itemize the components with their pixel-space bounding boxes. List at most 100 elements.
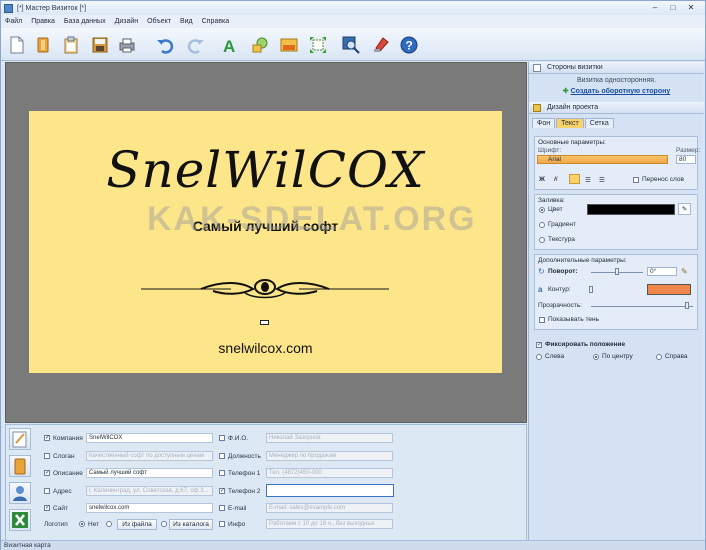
align-center-icon[interactable]: ☰ — [585, 176, 591, 184]
help-icon[interactable]: ? — [398, 34, 420, 56]
info-checkbox[interactable] — [219, 521, 225, 527]
info-input[interactable]: Работаем с 10 до 18 ч., без выходных — [266, 519, 393, 529]
fio-input[interactable]: Николай Зазорнов — [266, 433, 393, 443]
fill-texture-radio[interactable] — [539, 237, 545, 243]
fio-checkbox[interactable] — [219, 435, 225, 441]
database-button[interactable] — [9, 455, 31, 477]
align-center-radio[interactable] — [593, 354, 599, 360]
flourish-ornament[interactable] — [141, 277, 389, 301]
logo-none-label: Нет — [88, 521, 100, 528]
address-checkbox[interactable] — [44, 488, 50, 494]
menu-file[interactable]: Файл — [5, 18, 22, 25]
tab-grid[interactable]: Сетка — [584, 118, 614, 128]
align-left-radio[interactable] — [536, 354, 542, 360]
selection-handle[interactable] — [260, 320, 269, 325]
rotation-slider-knob[interactable] — [615, 268, 619, 275]
description-input[interactable]: Самый лучший софт — [86, 468, 213, 478]
design-header[interactable]: Дизайн проекта — [529, 102, 704, 114]
card-company-name[interactable]: SnelWilCOX — [29, 141, 502, 199]
italic-icon[interactable]: К — [554, 176, 558, 183]
menu-edit[interactable]: Правка — [31, 18, 55, 25]
phone2-label: Телефон 2 — [228, 488, 261, 495]
text-icon[interactable]: A — [219, 34, 241, 56]
card-website[interactable]: snelwilcox.com — [29, 340, 502, 356]
menu-object[interactable]: Объект — [147, 18, 171, 25]
new-document-icon[interactable] — [6, 34, 28, 56]
contacts-button[interactable] — [9, 482, 31, 504]
maximize-button[interactable]: □ — [665, 2, 681, 13]
slogan-input[interactable]: Качественный софт по доступным ценам — [86, 451, 213, 461]
slogan-checkbox[interactable] — [44, 453, 50, 459]
excel-export-button[interactable] — [9, 509, 31, 531]
word-wrap-checkbox[interactable] — [633, 177, 639, 183]
logo-from-catalog-button[interactable]: Из каталога — [169, 519, 213, 530]
fill-color-swatch[interactable] — [587, 204, 675, 215]
outline-slider-knob[interactable] — [589, 286, 593, 293]
align-left-icon[interactable] — [569, 174, 580, 184]
align-right-icon[interactable]: ☰ — [599, 176, 605, 184]
zoom-icon[interactable] — [340, 34, 362, 56]
outline-color-swatch[interactable] — [647, 284, 691, 295]
company-checkbox[interactable]: ✓ — [44, 435, 50, 441]
company-input[interactable]: SnelWilCOX — [86, 433, 213, 443]
menu-design[interactable]: Дизайн — [115, 18, 139, 25]
fix-position-checkbox[interactable]: ✓ — [536, 342, 542, 348]
rotation-input[interactable]: 0° — [647, 267, 677, 276]
logo-from-file-button[interactable]: Из файла — [117, 519, 157, 530]
menu-view[interactable]: Вид — [180, 18, 193, 25]
opacity-slider[interactable] — [591, 306, 693, 307]
save-icon[interactable] — [89, 34, 111, 56]
undo-icon[interactable] — [154, 34, 176, 56]
sides-header[interactable]: Стороны визитки — [529, 62, 704, 74]
phone1-checkbox[interactable] — [219, 470, 225, 476]
print-icon[interactable] — [116, 34, 138, 56]
redo-icon[interactable] — [185, 34, 207, 56]
clipboard-icon[interactable] — [60, 34, 82, 56]
logo-none-radio[interactable] — [79, 521, 85, 527]
phone2-checkbox[interactable]: ✓ — [219, 488, 225, 494]
description-checkbox[interactable]: ✓ — [44, 470, 50, 476]
phone2-input[interactable] — [266, 484, 394, 497]
shapes-icon[interactable] — [249, 34, 271, 56]
menu-database[interactable]: База данных — [64, 18, 106, 25]
position-checkbox[interactable] — [219, 453, 225, 459]
opacity-slider-knob[interactable] — [685, 302, 689, 309]
fit-icon[interactable] — [307, 34, 329, 56]
font-size-input[interactable]: 80 — [676, 155, 696, 164]
create-back-side-link[interactable]: Создать оборотную сторону — [571, 88, 671, 95]
address-input[interactable]: г. Калининград, ул. Советская, д.67, оф.… — [86, 486, 213, 496]
close-button[interactable]: ✕ — [683, 2, 699, 13]
eyedropper-icon[interactable]: ✎ — [678, 203, 691, 215]
image-icon[interactable] — [278, 34, 300, 56]
tab-text[interactable]: Текст — [556, 118, 584, 128]
fix-position-label: Фиксировать положение — [545, 341, 626, 348]
fill-color-radio[interactable] — [539, 207, 545, 213]
tab-background[interactable]: Фон — [532, 118, 556, 128]
app-icon — [4, 3, 13, 13]
rotate-tool-icon[interactable]: ✎ — [681, 267, 688, 276]
font-select[interactable]: Arial — [537, 155, 668, 164]
paint-icon[interactable] — [370, 34, 392, 56]
phone1-input[interactable]: Тел. (4872)450-000 — [266, 468, 393, 478]
open-folder-icon[interactable] — [32, 34, 54, 56]
minimize-button[interactable]: – — [647, 2, 663, 13]
email-input[interactable]: E-mail: sales@example.com — [266, 503, 393, 513]
business-card[interactable]: SnelWilCOX Самый лучший софт snelwilcox.… — [29, 111, 502, 373]
site-checkbox[interactable]: ✓ — [44, 505, 50, 511]
position-input[interactable]: Менеджер по продажам — [266, 451, 393, 461]
design-canvas[interactable]: SnelWilCOX Самый лучший софт snelwilcox.… — [5, 62, 527, 423]
fill-gradient-radio[interactable] — [539, 222, 545, 228]
align-right-radio[interactable] — [656, 354, 662, 360]
edit-fields-button[interactable] — [9, 428, 31, 450]
logo-file-radio[interactable] — [106, 521, 112, 527]
bold-icon[interactable]: Ж — [539, 176, 545, 183]
window-title: [*] Мастер Визиток [*] — [17, 4, 87, 12]
logo-catalog-radio[interactable] — [161, 521, 167, 527]
fill-gradient-label: Градиент — [548, 221, 576, 228]
shadow-checkbox[interactable] — [539, 317, 545, 323]
logo-label: Логотип — [44, 521, 68, 528]
email-checkbox[interactable] — [219, 505, 225, 511]
site-input[interactable]: snelwilcox.com — [86, 503, 213, 513]
rotation-label: Поворот: — [548, 268, 578, 275]
menu-help[interactable]: Справка — [202, 18, 229, 25]
